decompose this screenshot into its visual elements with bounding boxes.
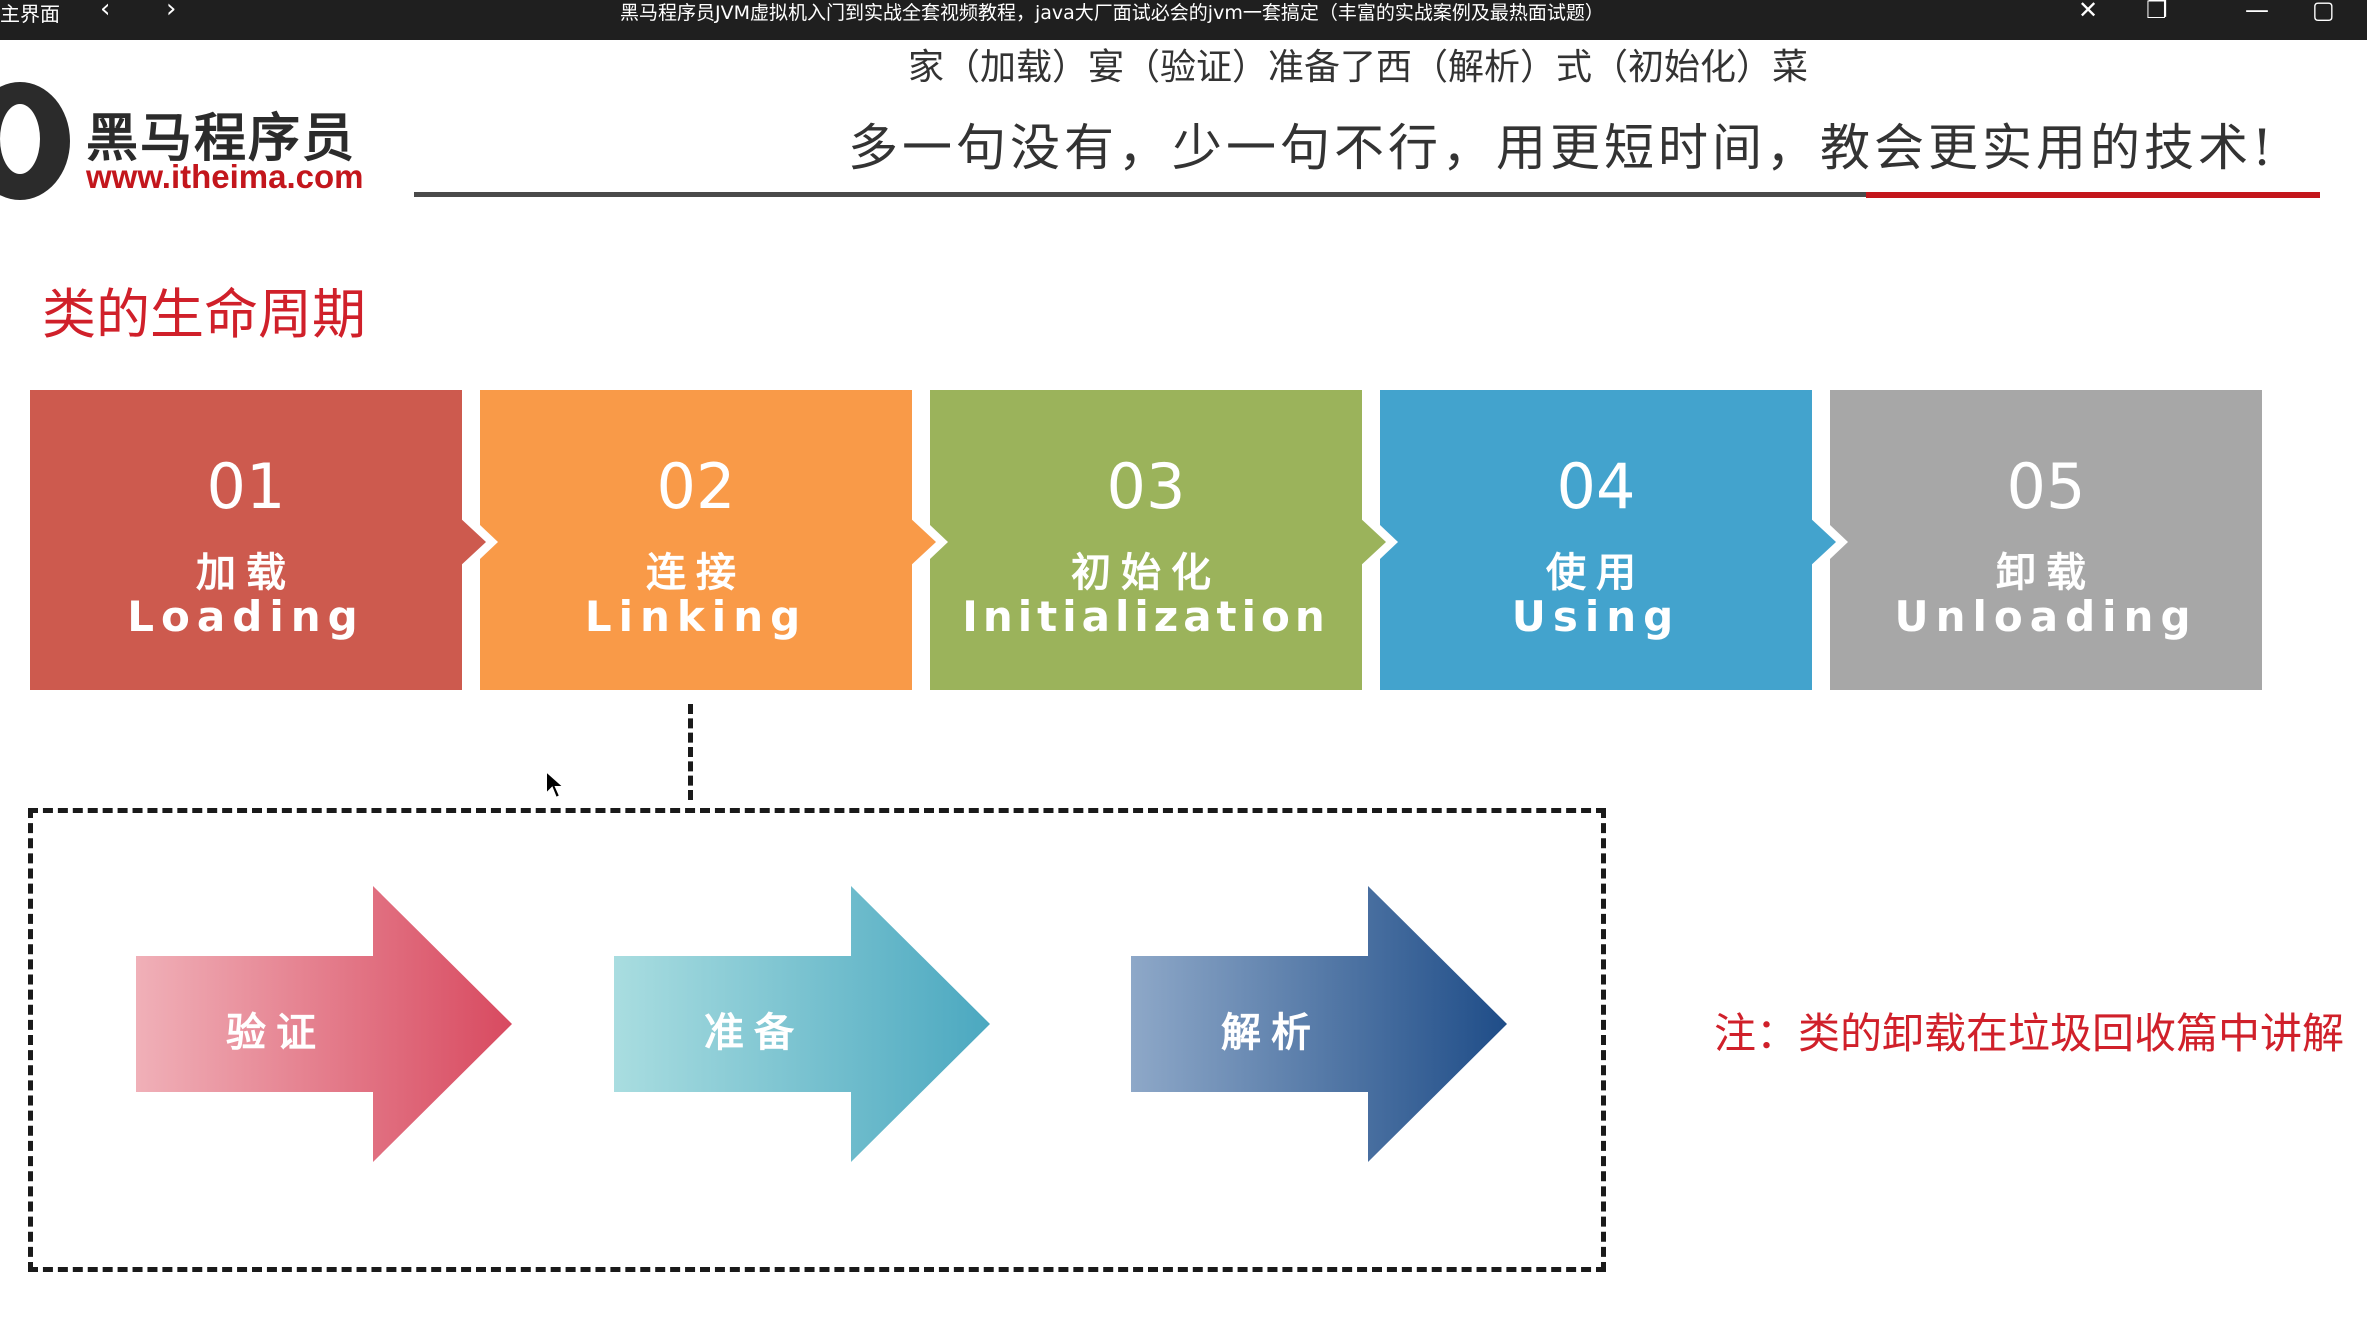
horse-logo-icon [0, 82, 70, 200]
arrow-label: 准备 [704, 1010, 804, 1056]
stage-english-label: Linking [584, 592, 808, 641]
arrow-preparation: 准备 [614, 886, 990, 1162]
mouse-cursor-icon [545, 770, 567, 800]
chevron-left-icon[interactable]: ‹ [100, 0, 110, 24]
stage-arrow-notch [908, 508, 948, 576]
stage-chinese-label: 初始化 [1071, 550, 1221, 596]
stage-initialization: 03 初始化 Initialization [930, 390, 1398, 690]
header-divider-accent [1866, 192, 2320, 198]
slogan: 多一句没有，少一句不行，用更短时间，教会更实用的技术! [848, 119, 2277, 177]
stage-chinese-label: 连接 [646, 550, 746, 596]
stage-arrow-notch [458, 508, 498, 576]
stage-number: 02 [656, 450, 736, 523]
video-title: 黑马程序员JVM虚拟机入门到实战全套视频教程，java大厂面试必会的jvm一套搞… [620, 2, 1604, 24]
stage-unloading: 05 卸载 Unloading [1830, 390, 2262, 690]
stage-arrow-notch [1358, 508, 1398, 576]
arrow-label: 解析 [1221, 1010, 1321, 1056]
header-divider [414, 192, 1868, 197]
stage-number: 03 [1106, 450, 1186, 523]
stage-english-label: Initialization [962, 592, 1330, 641]
stage-english-label: Using [1511, 592, 1681, 641]
stage-chinese-label: 加载 [196, 550, 296, 596]
stage-arrow-notch [1808, 508, 1848, 576]
stage-number: 05 [2006, 450, 2086, 523]
logo-url: www.itheima.com [86, 158, 364, 195]
main-view-label[interactable]: 主界面 [0, 0, 60, 27]
stage-loading: 01 加载 Loading [30, 390, 498, 690]
window-titlebar: 主界面 ‹ › 黑马程序员JVM虚拟机入门到实战全套视频教程，java大厂面试必… [0, 0, 2367, 40]
stage-chinese-label: 使用 [1546, 550, 1646, 596]
stage-linking: 02 连接 Linking [480, 390, 948, 690]
linking-connector [688, 704, 693, 800]
maximize-icon[interactable]: ▢ [2312, 0, 2335, 24]
picture-in-picture-icon[interactable]: ❐ [2146, 0, 2168, 24]
chevron-right-icon[interactable]: › [166, 0, 176, 24]
section-title: 类的生命周期 [42, 283, 366, 346]
arrow-resolution: 解析 [1131, 886, 1507, 1162]
stage-number: 04 [1556, 450, 1636, 523]
stage-english-label: Loading [127, 592, 365, 641]
pin-icon[interactable]: ✕ [2078, 0, 2098, 24]
stage-chinese-label: 卸载 [1996, 550, 2096, 596]
stage-number: 01 [206, 450, 286, 523]
stage-using: 04 使用 Using [1380, 390, 1848, 690]
arrow-label: 验证 [226, 1010, 326, 1056]
minimize-icon[interactable]: — [2245, 0, 2269, 24]
stage-english-label: Unloading [1894, 592, 2198, 641]
unloading-note: 注：类的卸载在垃圾回收篇中讲解 [1714, 1009, 2345, 1058]
arrow-verification: 验证 [136, 886, 512, 1162]
subtitle-caption: 家（加载）宴（验证）准备了西（解析）式（初始化）菜 [908, 47, 1809, 88]
